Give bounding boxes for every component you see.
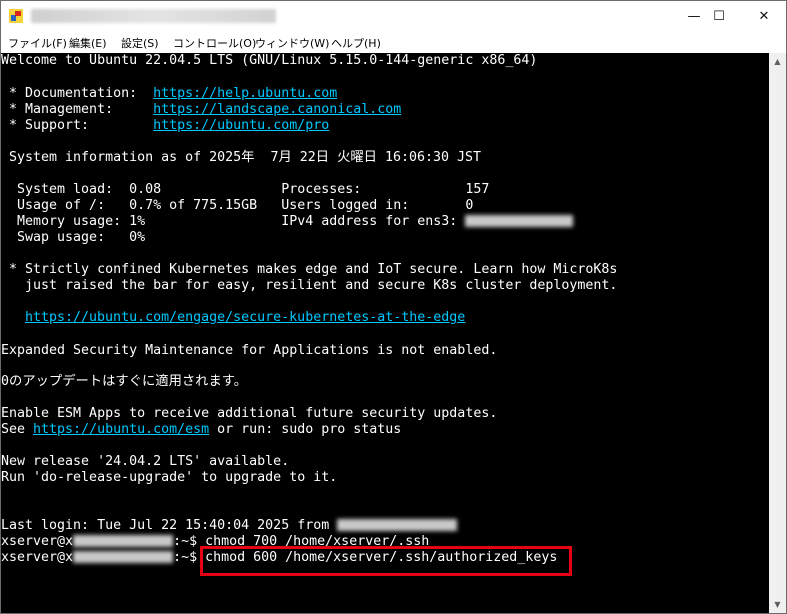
mgmt-line: * Management: https://landscape.canonica…: [1, 102, 401, 118]
k8s-line-2: just raised the bar for easy, resilient …: [1, 278, 618, 293]
release-line-2: Run 'do-release-upgrade' to upgrade to i…: [1, 470, 338, 485]
prompt-user: xserver@x: [1, 534, 74, 549]
last-login-text: Last login: Tue Jul 22 15:40:04 2025 fro…: [1, 518, 338, 533]
mgmt-link[interactable]: https://landscape.canonical.com: [153, 102, 401, 117]
close-button[interactable]: ✕: [741, 1, 787, 32]
welcome-line: Welcome to Ubuntu 22.04.5 LTS (GNU/Linux…: [1, 53, 538, 68]
menu-settings[interactable]: 設定(S): [121, 35, 159, 51]
memory-ipv4-text: Memory usage: 1% IPv4 address for ens3:: [1, 214, 466, 229]
doc-line: * Documentation: https://help.ubuntu.com: [1, 86, 337, 102]
login-host-redacted: [337, 519, 458, 531]
sysinfo-line: System information as of 2025年 7月 22日 火曜…: [1, 150, 482, 165]
ipv4-redacted: [465, 215, 574, 227]
window-title-redacted: [31, 9, 276, 23]
doc-link[interactable]: https://help.ubuntu.com: [153, 86, 337, 101]
menu-edit[interactable]: 編集(E): [69, 35, 107, 51]
updates-line: 0のアップデートはすぐに適用されます。: [1, 374, 248, 389]
sys-memory-line: Memory usage: 1% IPv4 address for ens3:: [1, 214, 574, 230]
scroll-down-arrow-icon[interactable]: ▼: [769, 596, 786, 613]
release-line-1: New release '24.04.2 LTS' available.: [1, 454, 290, 469]
esm-status-line: Expanded Security Maintenance for Applic…: [1, 343, 498, 358]
k8s-line-1: * Strictly confined Kubernetes makes edg…: [1, 262, 618, 277]
teraterm-icon: [9, 9, 23, 23]
hostname-redacted: [73, 535, 174, 547]
esm-enable-line: Enable ESM Apps to receive additional fu…: [1, 406, 498, 421]
support-link[interactable]: https://ubuntu.com/pro: [153, 118, 329, 133]
esm-see-line: See https://ubuntu.com/esm or run: sudo …: [1, 422, 401, 438]
support-line: * Support: https://ubuntu.com/pro: [1, 118, 329, 134]
sys-load-line: System load: 0.08 Processes: 157: [1, 182, 490, 197]
esm-link[interactable]: https://ubuntu.com/esm: [33, 422, 209, 437]
see-suffix: or run: sudo pro status: [209, 422, 402, 437]
menu-help[interactable]: ヘルプ(H): [331, 35, 381, 51]
maximize-button[interactable]: ☐: [696, 1, 742, 32]
title-bar[interactable]: — ☐ ✕: [1, 1, 786, 32]
command-highlight-box: [200, 546, 572, 576]
vertical-scrollbar[interactable]: ▲ ▼: [769, 53, 786, 613]
prompt-user: xserver@x: [1, 550, 74, 565]
menu-bar: ファイル(F) 編集(E) 設定(S) コントロール(O) ウィンドウ(W) ヘ…: [1, 32, 786, 53]
see-prefix: See: [1, 422, 34, 437]
terminal-window: — ☐ ✕ ファイル(F) 編集(E) 設定(S) コントロール(O) ウィンド…: [0, 0, 787, 614]
last-login-line: Last login: Tue Jul 22 15:40:04 2025 fro…: [1, 518, 458, 534]
k8s-link-line: https://ubuntu.com/engage/secure-kuberne…: [25, 310, 465, 326]
sys-usage-line: Usage of /: 0.7% of 775.15GB Users logge…: [1, 198, 474, 213]
terminal-screen[interactable]: Welcome to Ubuntu 22.04.5 LTS (GNU/Linux…: [1, 53, 769, 613]
k8s-link[interactable]: https://ubuntu.com/engage/secure-kuberne…: [25, 310, 465, 325]
menu-control[interactable]: コントロール(O): [173, 35, 256, 51]
menu-window[interactable]: ウィンドウ(W): [255, 35, 329, 51]
doc-label: * Documentation:: [1, 86, 154, 101]
scroll-up-arrow-icon[interactable]: ▲: [769, 53, 786, 70]
hostname-redacted: [73, 551, 174, 563]
menu-file[interactable]: ファイル(F): [8, 35, 67, 51]
mgmt-label: * Management:: [1, 102, 154, 117]
sys-swap-line: Swap usage: 0%: [1, 230, 146, 245]
support-label: * Support:: [1, 118, 154, 133]
